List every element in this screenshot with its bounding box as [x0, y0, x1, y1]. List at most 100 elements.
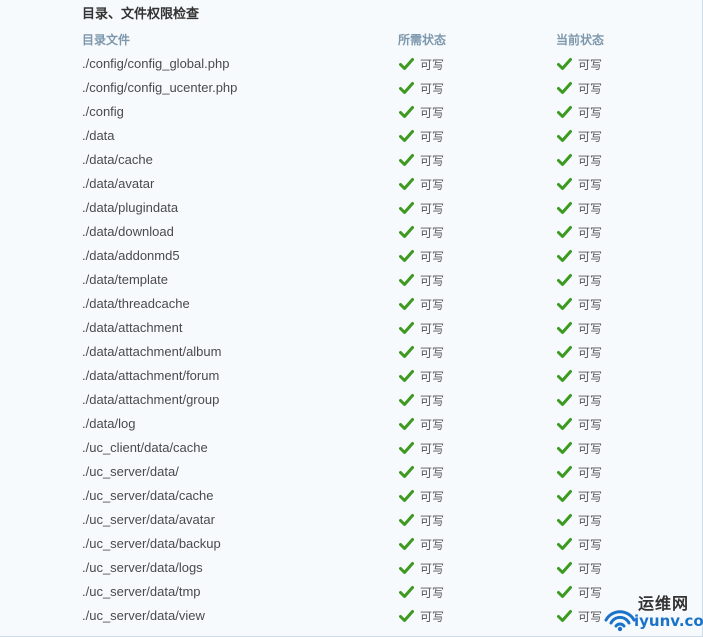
check-icon [557, 274, 572, 286]
column-header-path: 目录文件 [82, 33, 131, 47]
check-icon [399, 226, 414, 238]
required-status-text: 可写 [420, 105, 445, 120]
path-cell: ./data/attachment [82, 320, 183, 335]
table-row: ./uc_server/data/view 可写 可写 [0, 604, 700, 628]
path-cell: ./data/log [82, 416, 136, 431]
table-row: ./data/attachment/forum 可写 可写 [0, 364, 700, 388]
check-icon [399, 250, 414, 262]
required-status-text: 可写 [420, 129, 445, 144]
required-status-text: 可写 [420, 513, 445, 528]
current-status-text: 可写 [578, 297, 603, 312]
required-status-text: 可写 [420, 81, 445, 96]
current-status-text: 可写 [578, 489, 603, 504]
required-status-text: 可写 [420, 321, 445, 336]
required-status-text: 可写 [420, 465, 445, 480]
table-row: ./data/addonmd5 可写 可写 [0, 244, 700, 268]
table-row: ./config/config_ucenter.php 可写 可写 [0, 76, 700, 100]
check-icon [399, 154, 414, 166]
table-row: ./data/attachment/group 可写 可写 [0, 388, 700, 412]
check-icon [557, 466, 572, 478]
current-status: 可写 [557, 582, 602, 602]
required-status: 可写 [399, 390, 444, 410]
current-status-text: 可写 [578, 417, 603, 432]
required-status-text: 可写 [420, 441, 445, 456]
required-status-text: 可写 [420, 393, 445, 408]
table-row: ./data/log 可写 可写 [0, 412, 700, 436]
current-status: 可写 [557, 78, 602, 98]
table-row: ./uc_client/data/cache 可写 可写 [0, 436, 700, 460]
column-header-current: 当前状态 [556, 33, 605, 47]
check-icon [399, 130, 414, 142]
site-watermark: 运维网 iyunv.com [598, 586, 703, 634]
current-status-text: 可写 [578, 177, 603, 192]
check-icon [557, 226, 572, 238]
required-status-text: 可写 [420, 417, 445, 432]
check-icon [399, 58, 414, 70]
table-row: ./data/plugindata 可写 可写 [0, 196, 700, 220]
table-row: ./uc_server/data/ 可写 可写 [0, 460, 700, 484]
check-icon [557, 610, 572, 622]
check-icon [557, 394, 572, 406]
current-status: 可写 [557, 366, 602, 386]
check-icon [399, 538, 414, 550]
table-row: ./uc_server/data/backup 可写 可写 [0, 532, 700, 556]
check-icon [557, 106, 572, 118]
check-icon [557, 250, 572, 262]
required-status: 可写 [399, 510, 444, 530]
path-cell: ./data/download [82, 224, 174, 239]
check-icon [557, 202, 572, 214]
required-status-text: 可写 [420, 345, 445, 360]
required-status-text: 可写 [420, 201, 445, 216]
current-status: 可写 [557, 462, 602, 482]
table-row: ./data/download 可写 可写 [0, 220, 700, 244]
table-row: ./data/attachment/album 可写 可写 [0, 340, 700, 364]
current-status-text: 可写 [578, 129, 603, 144]
required-status: 可写 [399, 54, 444, 74]
path-cell: ./data/threadcache [82, 296, 190, 311]
check-icon [399, 322, 414, 334]
required-status: 可写 [399, 558, 444, 578]
required-status: 可写 [399, 486, 444, 506]
section-title: 目录、文件权限检查 [82, 7, 200, 22]
current-status: 可写 [557, 126, 602, 146]
path-cell: ./data/attachment/forum [82, 368, 220, 383]
check-icon [399, 490, 414, 502]
table-row: ./config 可写 可写 [0, 100, 700, 124]
table-row: ./config/config_global.php 可写 可写 [0, 52, 700, 76]
required-status-text: 可写 [420, 609, 445, 624]
required-status: 可写 [399, 198, 444, 218]
check-icon [399, 418, 414, 430]
current-status: 可写 [557, 270, 602, 290]
table-row: ./data/cache 可写 可写 [0, 148, 700, 172]
current-status-text: 可写 [578, 321, 603, 336]
current-status: 可写 [557, 318, 602, 338]
table-row: ./data/threadcache 可写 可写 [0, 292, 700, 316]
current-status: 可写 [557, 102, 602, 122]
current-status: 可写 [557, 54, 602, 74]
required-status-text: 可写 [420, 249, 445, 264]
required-status: 可写 [399, 78, 444, 98]
check-icon [399, 466, 414, 478]
path-cell: ./config/config_ucenter.php [82, 80, 238, 95]
required-status-text: 可写 [420, 297, 445, 312]
path-cell: ./data [82, 128, 115, 143]
current-status: 可写 [557, 342, 602, 362]
check-icon [557, 82, 572, 94]
table-row: ./uc_server/data/tmp 可写 可写 [0, 580, 700, 604]
current-status: 可写 [557, 534, 602, 554]
required-status: 可写 [399, 246, 444, 266]
path-cell: ./config/config_global.php [82, 56, 230, 71]
path-cell: ./data/avatar [82, 176, 155, 191]
path-cell: ./uc_server/data/avatar [82, 512, 215, 527]
required-status: 可写 [399, 270, 444, 290]
path-cell: ./data/cache [82, 152, 153, 167]
required-status-text: 可写 [420, 177, 445, 192]
required-status: 可写 [399, 294, 444, 314]
current-status-text: 可写 [578, 153, 603, 168]
table-row: ./data/attachment 可写 可写 [0, 316, 700, 340]
watermark-top-text: 运维网 [638, 594, 690, 613]
current-status-text: 可写 [578, 225, 603, 240]
check-icon [399, 346, 414, 358]
check-icon [399, 178, 414, 190]
current-status: 可写 [557, 558, 602, 578]
